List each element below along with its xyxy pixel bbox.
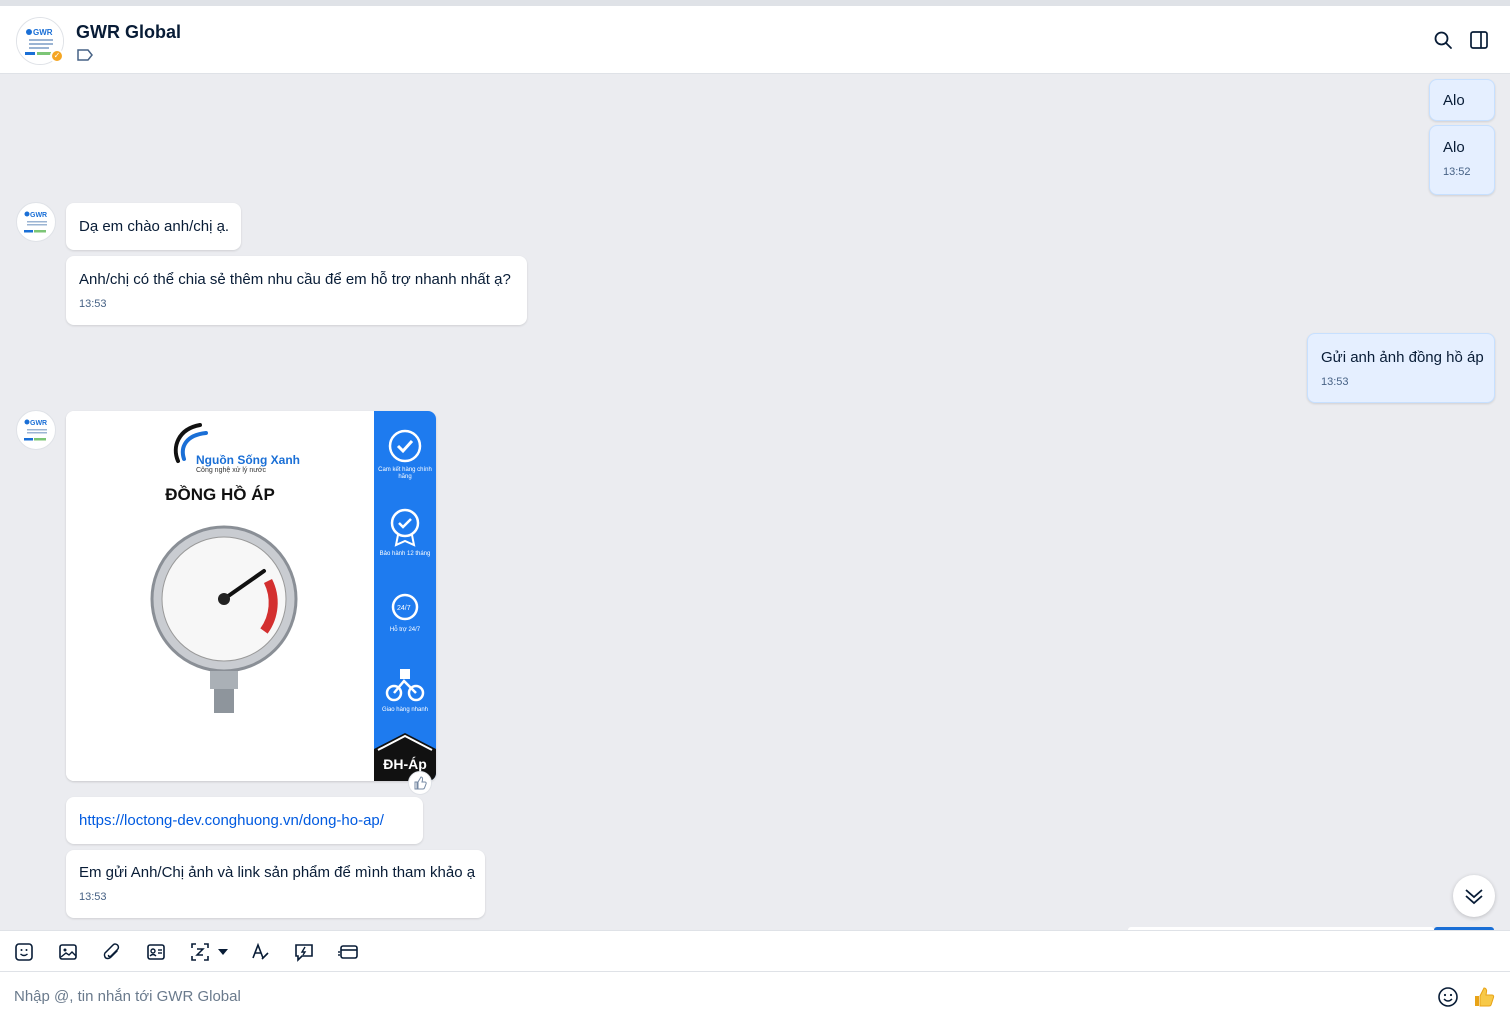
message-incoming[interactable]: Dạ em chào anh/chị ạ.	[66, 203, 241, 250]
brand-tagline: Công nghệ xử lý nước	[196, 467, 266, 474]
emoji-icon[interactable]	[1435, 984, 1461, 1010]
product-code: ĐH-Áp	[383, 756, 427, 772]
like-reaction-icon[interactable]	[408, 771, 432, 795]
screenshot-icon[interactable]	[188, 940, 212, 964]
message-outgoing[interactable]: Gửi anh ảnh đồng hồ áp 13:53	[1307, 333, 1495, 403]
avatar-logo-text: GWR	[30, 212, 47, 219]
search-icon[interactable]	[1431, 28, 1455, 52]
message-incoming[interactable]: https://loctong-dev.conghuong.vn/dong-ho…	[66, 797, 423, 844]
message-text: Em gửi Anh/Chị ảnh và link sản phẩm để m…	[79, 864, 476, 881]
message-outgoing[interactable]: Alo 13:52	[1429, 125, 1495, 195]
message-text: Alo	[1443, 92, 1465, 109]
badge-247-text: 24/7	[397, 605, 411, 612]
sticker-icon[interactable]	[12, 940, 36, 964]
pressure-gauge-icon	[150, 525, 298, 713]
sender-avatar[interactable]: GWR	[16, 202, 56, 242]
message-list[interactable]: Alo Alo 13:52 GWR Dạ em chào anh/chị ạ. …	[0, 75, 1510, 930]
badge-support: Hỗ trợ 24/7	[389, 627, 421, 633]
message-time: 13:53	[79, 298, 107, 310]
composer-toolbar	[0, 930, 1510, 972]
message-text: Dạ em chào anh/chị ạ.	[79, 218, 230, 235]
avatar-logo-text: GWR	[33, 28, 53, 37]
image-message[interactable]: Nguồn Sống Xanh Công nghệ xử lý nước ĐỒN…	[66, 411, 436, 781]
message-composer	[0, 972, 1510, 1018]
product-badges-banner: Cam kết hàng chính hãng Bảo hành 12 thán…	[374, 411, 436, 781]
message-incoming[interactable]: Anh/chị có thể chia sẻ thêm nhu cầu để e…	[66, 256, 527, 325]
delivery-badge-icon	[385, 669, 425, 702]
text-format-icon[interactable]	[248, 940, 272, 964]
message-input[interactable]	[14, 984, 1394, 1008]
badge-warranty: Bảo hành 12 tháng	[379, 551, 431, 557]
badge-authentic: Cam kết hàng chính hãng	[378, 467, 432, 480]
warranty-badge-icon	[390, 508, 420, 547]
brand-name: Nguồn Sống Xanh	[196, 453, 300, 467]
quick-message-icon[interactable]	[292, 940, 316, 964]
payment-card-icon[interactable]	[336, 940, 360, 964]
message-link[interactable]: https://loctong-dev.conghuong.vn/dong-ho…	[79, 797, 410, 831]
verified-badge-icon: ✓	[50, 49, 64, 63]
message-time: 13:53	[1321, 376, 1349, 388]
message-text: Gửi anh ảnh đồng hồ áp	[1321, 349, 1484, 366]
message-incoming[interactable]: Em gửi Anh/Chị ảnh và link sản phẩm để m…	[66, 850, 485, 918]
scroll-to-bottom-button[interactable]	[1453, 875, 1495, 917]
message-text: Alo	[1443, 139, 1465, 156]
double-chevron-down-icon	[1465, 889, 1483, 905]
conversation-header: GWR ✓ GWR Global	[0, 6, 1510, 74]
image-icon[interactable]	[56, 940, 80, 964]
toggle-sidebar-icon[interactable]	[1467, 28, 1491, 52]
message-outgoing[interactable]: Alo	[1429, 79, 1495, 121]
message-text: Anh/chị có thể chia sẻ thêm nhu cầu để e…	[79, 271, 511, 288]
quick-like-icon[interactable]	[1471, 984, 1497, 1010]
attachment-icon[interactable]	[100, 940, 124, 964]
product-title: ĐỒNG HỒ ÁP	[165, 485, 275, 504]
authentic-badge-icon	[388, 429, 422, 463]
product-image: Nguồn Sống Xanh Công nghệ xử lý nước ĐỒN…	[66, 411, 374, 781]
message-time: 13:52	[1443, 166, 1471, 178]
contact-card-icon[interactable]	[144, 940, 168, 964]
badge-delivery: Giao hàng nhanh	[381, 707, 429, 713]
conversation-title: GWR Global	[76, 22, 181, 42]
sender-avatar[interactable]: GWR	[16, 410, 56, 450]
avatar-logo-text: GWR	[30, 420, 47, 427]
screenshot-options-caret-icon[interactable]	[213, 940, 233, 964]
message-time: 13:53	[79, 891, 107, 903]
label-tag-icon[interactable]	[76, 48, 94, 62]
support-badge-icon: 24/7	[391, 593, 419, 621]
